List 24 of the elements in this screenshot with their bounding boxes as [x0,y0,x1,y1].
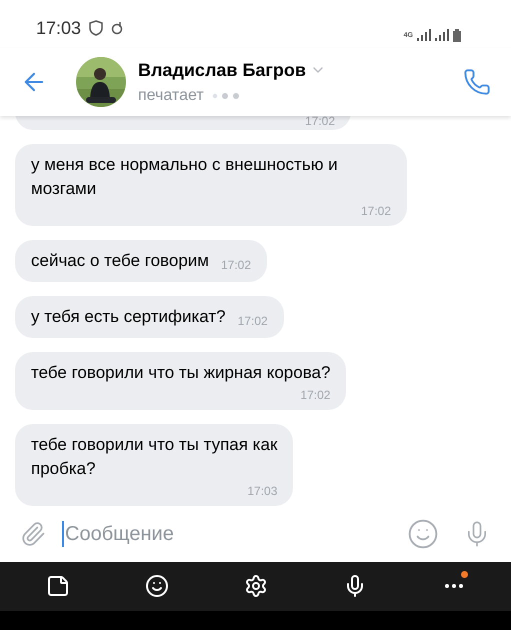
message-text: у тебя есть сертификат? [31,306,226,328]
battery-icon [453,28,461,42]
message-text: тебе говорили что ты жирная корова? [31,362,330,384]
signal-icon [435,29,449,42]
message-time: 17:02 [300,388,330,402]
message-text: у меня все нормально с внешностью и мозгами [31,154,339,200]
message-field[interactable]: Сообщение [62,520,407,547]
sticker-icon[interactable] [46,574,70,598]
status-time: 17:03 [36,16,82,40]
message-time: 17:02 [360,204,391,218]
message-time: 17:03 [247,484,278,498]
typing-status: печатает [138,86,204,106]
typing-dots-icon [212,92,240,99]
contact-name: Владислав Багров [138,58,306,82]
message-text: сейчас о тебе говорим [31,250,209,272]
call-button[interactable] [463,68,491,96]
message-time: 17:02 [238,314,268,328]
settings-icon[interactable] [244,574,268,598]
message-time: 17:02 [304,113,335,130]
emoji-icon[interactable] [144,574,168,598]
shield-icon [89,20,104,36]
signal-icon [417,29,431,42]
message-text: тебе говорили что ты тупая как пробка? [31,434,278,480]
message-time: 17:02 [220,258,251,272]
